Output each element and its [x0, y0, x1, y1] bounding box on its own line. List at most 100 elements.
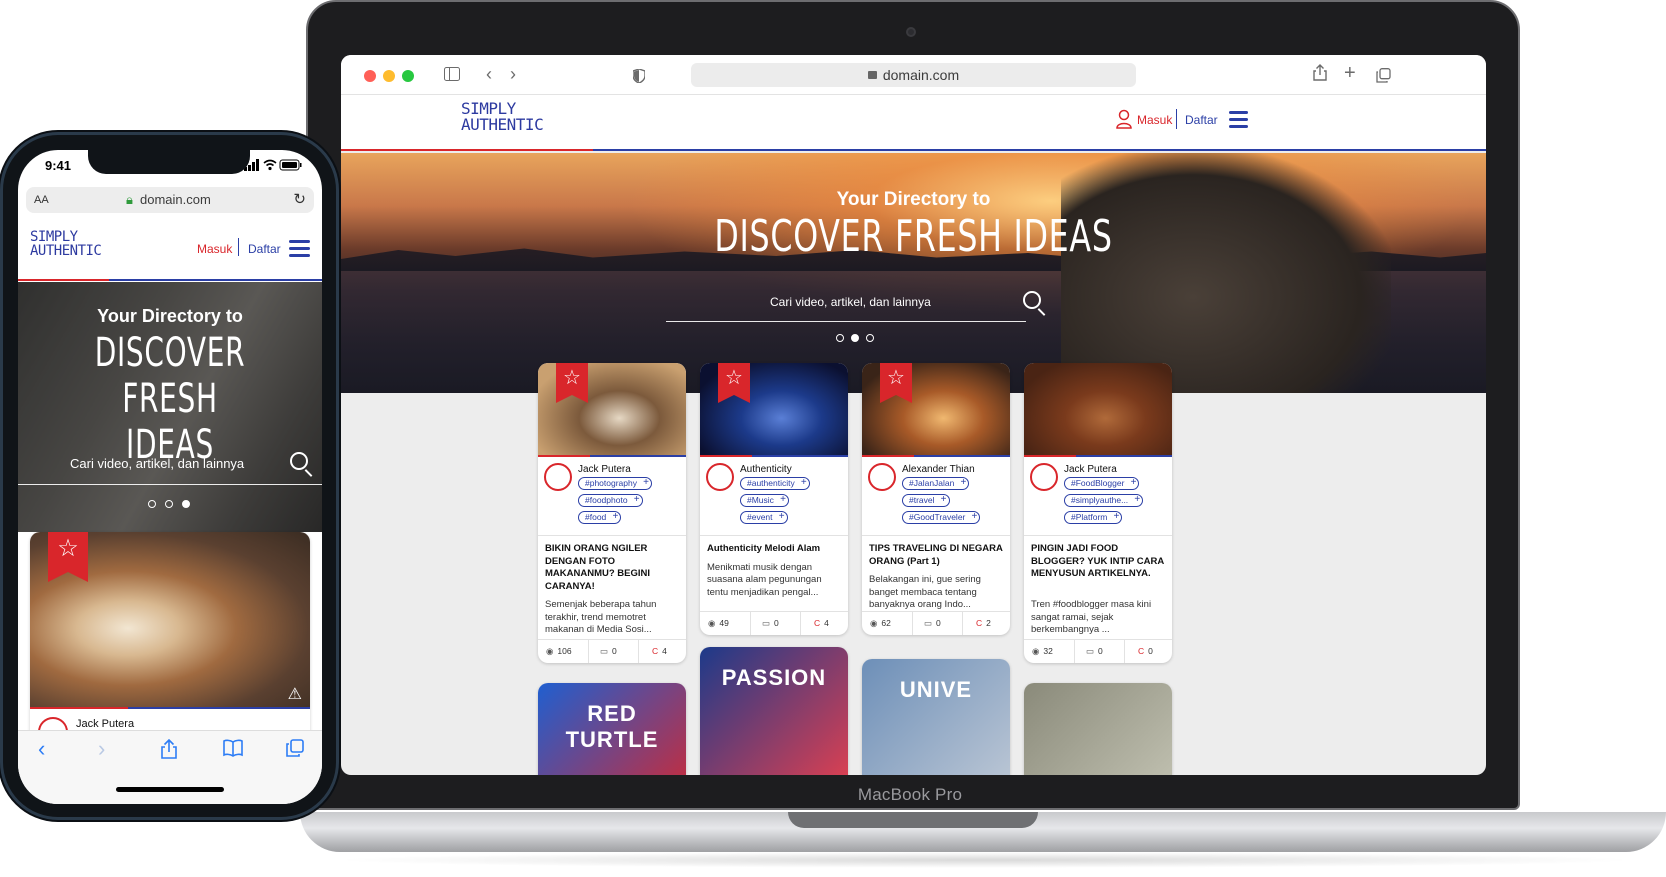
tabs-overview-icon[interactable]: [1376, 66, 1391, 88]
content-card-partial[interactable]: RED TURTLE: [538, 683, 686, 775]
share-icon[interactable]: C: [1138, 646, 1144, 656]
carousel-dot-1[interactable]: [836, 334, 844, 342]
bookmarks-icon[interactable]: [223, 739, 243, 763]
author-name[interactable]: Jack Putera: [578, 464, 631, 475]
card-excerpt: Menikmati musik dengan suasana alam pegu…: [707, 561, 822, 598]
author-name[interactable]: Jack Putera: [1064, 464, 1117, 475]
content-card[interactable]: ☆ Alexander Thian #JalanJalan #travel #GoodT…: [862, 363, 1010, 635]
tag-chip[interactable]: #Platform: [1064, 511, 1123, 524]
author-avatar[interactable]: [544, 463, 572, 491]
card-title[interactable]: PINGIN JADI FOOD BLOGGER? YUK INTIP CARA…: [1031, 543, 1165, 581]
mobile-address-bar[interactable]: AA 🔒︎ domain.com ↻: [26, 187, 314, 213]
menu-icon[interactable]: [1229, 111, 1248, 128]
tag-chip[interactable]: #GoodTraveler: [902, 511, 981, 524]
shares-count: 0: [1148, 646, 1153, 656]
content-card-partial[interactable]: [1024, 683, 1172, 775]
address-bar[interactable]: domain.com: [691, 63, 1136, 87]
new-tab-icon[interactable]: +: [1344, 62, 1356, 84]
tag-chip[interactable]: #JalanJalan: [902, 477, 970, 490]
eye-icon[interactable]: ◉: [1032, 646, 1039, 657]
minimize-window-button[interactable]: [383, 70, 395, 82]
mobile-hero-banner: Your Directory to DISCOVER FRESH IDEAS C…: [18, 282, 322, 532]
comment-icon[interactable]: ▭: [924, 618, 932, 629]
mobile-login-link[interactable]: Masuk: [197, 242, 232, 256]
tag-chip[interactable]: #event: [740, 511, 788, 524]
tag-chip[interactable]: #simplyauthe...: [1064, 494, 1144, 507]
tag-chip[interactable]: #Music: [740, 494, 789, 507]
views-count: 62: [881, 618, 891, 628]
register-link[interactable]: Daftar: [1185, 113, 1218, 127]
reload-icon[interactable]: ↻: [293, 187, 306, 213]
search-icon[interactable]: [1023, 291, 1041, 309]
carousel-dot-2[interactable]: [851, 334, 859, 342]
author-avatar[interactable]: [868, 463, 896, 491]
mobile-search-icon[interactable]: [290, 452, 308, 470]
mobile-hero-title-line-1: DISCOVER FRESH: [94, 330, 246, 422]
back-icon[interactable]: ‹: [38, 736, 45, 762]
text-size-button[interactable]: AA: [34, 187, 49, 213]
sidebar-icon[interactable]: [444, 64, 460, 86]
mobile-search-input[interactable]: Cari video, artikel, dan lainnya: [70, 456, 244, 471]
author-avatar[interactable]: [706, 463, 734, 491]
brand-logo[interactable]: SIMPLY AUTHENTIC: [461, 101, 544, 133]
content-card[interactable]: ☆ Authenticity #authenticity #Music #event Au…: [700, 363, 848, 635]
maximize-window-button[interactable]: [402, 70, 414, 82]
author-avatar[interactable]: [1030, 463, 1058, 491]
mobile-menu-icon[interactable]: [289, 240, 310, 257]
tag-chip[interactable]: #FoodBlogger: [1064, 477, 1140, 490]
views-count: 106: [557, 646, 572, 656]
mobile-browser-toolbar: ‹ ›: [18, 730, 322, 804]
back-icon[interactable]: ‹: [486, 63, 492, 85]
comment-icon[interactable]: ▭: [1086, 646, 1094, 657]
hero-banner: Your Directory to DISCOVER FRESH IDEAS C…: [341, 153, 1486, 393]
tag-chip[interactable]: #food: [578, 511, 622, 524]
mobile-content-card[interactable]: ☆ ⚠ Jack Putera: [30, 532, 310, 752]
share-icon[interactable]: [1313, 64, 1327, 86]
author-name[interactable]: Authenticity: [740, 464, 792, 475]
warning-icon[interactable]: ⚠: [288, 684, 302, 704]
tag-chip[interactable]: #authenticity: [740, 477, 810, 490]
author-name[interactable]: Alexander Thian: [902, 464, 975, 475]
card-title[interactable]: BIKIN ORANG NGILER DENGAN FOTO MAKANANMU…: [545, 543, 679, 593]
mobile-brand-logo[interactable]: SIMPLY AUTHENTIC: [30, 230, 102, 259]
content-card-partial[interactable]: UNIVE: [862, 659, 1010, 775]
mobile-carousel-dot-1[interactable]: [148, 500, 156, 508]
mobile-carousel-dot-2[interactable]: [165, 500, 173, 508]
views-count: 32: [1043, 646, 1053, 656]
hero-title: DISCOVER FRESH IDEAS: [714, 211, 1113, 262]
card-image[interactable]: [1024, 683, 1172, 775]
mobile-register-link[interactable]: Daftar: [248, 242, 281, 256]
privacy-shield-icon[interactable]: [632, 66, 646, 88]
share-icon[interactable]: C: [652, 646, 658, 656]
mobile-carousel-dot-3[interactable]: [182, 500, 190, 508]
close-window-button[interactable]: [364, 70, 376, 82]
search-input[interactable]: Cari video, artikel, dan lainnya: [770, 295, 931, 309]
mobile-logo-line-2: AUTHENTIC: [30, 243, 102, 259]
card-image[interactable]: [1024, 363, 1172, 455]
mobile-hero-subtitle: Your Directory to: [97, 306, 243, 326]
content-card-partial[interactable]: PASSION: [700, 647, 848, 775]
content-card[interactable]: Jack Putera #FoodBlogger #simplyauthe... #P…: [1024, 363, 1172, 663]
share-icon[interactable]: [160, 738, 178, 765]
tag-chip[interactable]: #travel: [902, 494, 950, 507]
comment-icon[interactable]: ▭: [600, 646, 608, 657]
forward-icon[interactable]: ›: [98, 736, 105, 762]
share-icon[interactable]: C: [814, 618, 820, 628]
card-excerpt: Tren #foodblogger masa kini sangat ramai…: [1031, 599, 1152, 635]
content-card[interactable]: ☆ Jack Putera #photography #foodphoto #food B…: [538, 363, 686, 663]
share-icon[interactable]: C: [976, 618, 982, 628]
forward-icon[interactable]: ›: [510, 63, 516, 85]
tag-chip[interactable]: #foodphoto: [578, 494, 643, 507]
tag-chip[interactable]: #photography: [578, 477, 652, 490]
eye-icon[interactable]: ◉: [870, 618, 877, 629]
comment-icon[interactable]: ▭: [762, 618, 770, 629]
card-title[interactable]: TIPS TRAVELING DI NEGARA ORANG (Part 1): [869, 543, 1003, 568]
mobile-card-author[interactable]: Jack Putera: [76, 718, 134, 730]
tabs-icon[interactable]: [286, 739, 304, 763]
carousel-dot-3[interactable]: [866, 334, 874, 342]
eye-icon[interactable]: ◉: [708, 618, 715, 629]
star-icon: ☆: [57, 535, 79, 562]
card-title[interactable]: Authenticity Melodi Alam: [707, 543, 841, 556]
mobile-search-underline: [18, 484, 322, 485]
eye-icon[interactable]: ◉: [546, 646, 553, 657]
